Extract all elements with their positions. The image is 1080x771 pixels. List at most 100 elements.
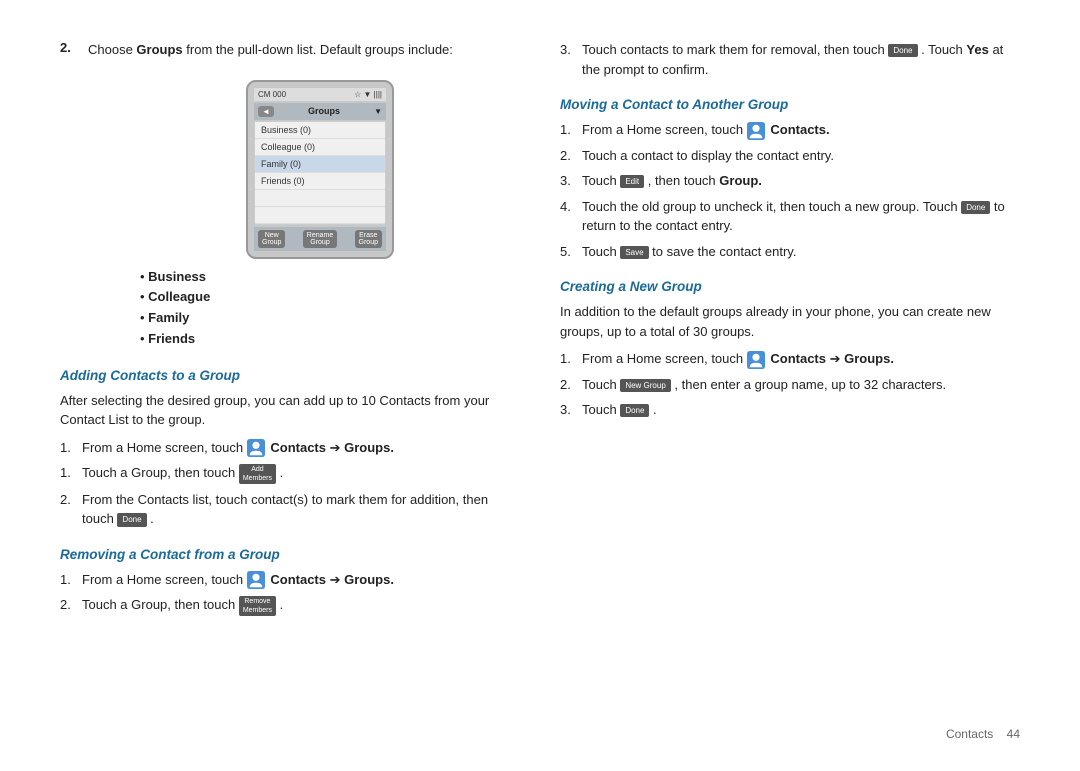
- removing-step1-content: From a Home screen, touch Contacts ➔ Gro…: [82, 570, 520, 590]
- moving-step3: 3. Touch Edit , then touch Group.: [560, 171, 1020, 191]
- right-step3: 3. Touch contacts to mark them for remov…: [560, 40, 1020, 79]
- creating-step3-content: Touch Done .: [582, 400, 1020, 420]
- adding-contacts-title: Adding Contacts to a Group: [60, 368, 240, 383]
- save-btn: Save: [620, 246, 648, 259]
- phone-mockup: CM 000 ☆ ▼ |||| ◄ Groups ▼ Business (0) …: [246, 80, 394, 259]
- left-column: 2. Choose Groups from the pull-down list…: [60, 40, 520, 731]
- moving-step1-num: 1.: [560, 120, 576, 140]
- moving-contact-header: Moving a Contact to Another Group: [560, 97, 1020, 112]
- phone-back-btn[interactable]: ◄: [258, 106, 274, 117]
- done-btn-removal: Done: [888, 44, 917, 57]
- removing-contact-title: Removing a Contact from a Group: [60, 547, 280, 562]
- creating-step1: 1. From a Home screen, touch Contacts ➔ …: [560, 349, 1020, 369]
- moving-step2-content: Touch a contact to display the contact e…: [582, 146, 1020, 166]
- page-content: 2. Choose Groups from the pull-down list…: [0, 0, 1080, 771]
- creating-step1-content: From a Home screen, touch Contacts ➔ Gro…: [582, 349, 1020, 369]
- moving-step2-num: 2.: [560, 146, 576, 166]
- adding-step1b: 1. Touch a Group, then touch AddMembers …: [60, 463, 520, 484]
- phone-list-item: [255, 190, 385, 207]
- creating-step3-num: 3.: [560, 400, 576, 420]
- adding-contacts-header: Adding Contacts to a Group: [60, 368, 520, 383]
- contacts-icon-creating: [747, 351, 765, 369]
- creating-step1-num: 1.: [560, 349, 576, 369]
- page-footer: Contacts 44: [946, 727, 1020, 741]
- adding-step1: 1. From a Home screen, touch Contacts ➔ …: [60, 438, 520, 458]
- bullet-list: • Business • Colleague • Family • Friend…: [140, 267, 520, 350]
- moving-step4-num: 4.: [560, 197, 576, 217]
- removing-contact-header: Removing a Contact from a Group: [60, 547, 520, 562]
- adding-step1-num: 1.: [60, 438, 76, 458]
- phone-groups-list: Business (0) Colleague (0) Family (0) Fr…: [254, 121, 386, 225]
- status-icons: ☆ ▼ ||||: [354, 90, 382, 99]
- phone-list-item: Family (0): [255, 156, 385, 173]
- removing-step2-num: 2.: [60, 595, 76, 615]
- adding-step1b-num: 1.: [60, 463, 76, 483]
- adding-step2: 2. From the Contacts list, touch contact…: [60, 490, 520, 529]
- creating-step2: 2. Touch New Group , then enter a group …: [560, 375, 1020, 395]
- creating-group-intro: In addition to the default groups alread…: [560, 302, 1020, 341]
- phone-bottom-bar: NewGroup RenameGroup EraseGroup: [254, 227, 386, 251]
- contacts-icon-removing: [247, 571, 265, 589]
- creating-step2-num: 2.: [560, 375, 576, 395]
- phone-groups-title: Groups: [308, 106, 340, 116]
- right-step3-num: 3.: [560, 40, 576, 60]
- adding-step2-num: 2.: [60, 490, 76, 510]
- moving-step5-num: 5.: [560, 242, 576, 262]
- bullet-friends: • Friends: [140, 329, 520, 350]
- moving-step4-content: Touch the old group to uncheck it, then …: [582, 197, 1020, 236]
- adding-steps: 1. From a Home screen, touch Contacts ➔ …: [60, 438, 520, 529]
- right-column: 3. Touch contacts to mark them for remov…: [560, 40, 1020, 731]
- phone-list-item: Friends (0): [255, 173, 385, 190]
- bullet-colleague: • Colleague: [140, 287, 520, 308]
- phone-erase-group-btn[interactable]: EraseGroup: [355, 230, 382, 248]
- phone-title-bar: ◄ Groups ▼: [254, 103, 386, 120]
- creating-step3: 3. Touch Done .: [560, 400, 1020, 420]
- add-members-btn: AddMembers: [239, 464, 276, 484]
- bullet-family: • Family: [140, 308, 520, 329]
- creating-group-header: Creating a New Group: [560, 279, 1020, 294]
- moving-step5: 5. Touch Save to save the contact entry.: [560, 242, 1020, 262]
- new-group-btn: New Group: [620, 379, 670, 392]
- moving-step5-content: Touch Save to save the contact entry.: [582, 242, 1020, 262]
- step2-number: 2.: [60, 40, 76, 60]
- moving-step3-content: Touch Edit , then touch Group.: [582, 171, 1020, 191]
- phone-rename-group-btn[interactable]: RenameGroup: [303, 230, 337, 248]
- removing-step2: 2. Touch a Group, then touch RemoveMembe…: [60, 595, 520, 616]
- phone-list-item: Colleague (0): [255, 139, 385, 156]
- removing-step1: 1. From a Home screen, touch Contacts ➔ …: [60, 570, 520, 590]
- creating-steps: 1. From a Home screen, touch Contacts ➔ …: [560, 349, 1020, 420]
- phone-dropdown-icon: ▼: [374, 107, 382, 116]
- contacts-icon-moving: [747, 122, 765, 140]
- adding-step2-content: From the Contacts list, touch contact(s)…: [82, 490, 520, 529]
- status-left: CM 000: [258, 90, 286, 99]
- footer-section-label: Contacts: [946, 727, 993, 741]
- step2-bold: Groups: [136, 42, 182, 57]
- removing-step1-num: 1.: [60, 570, 76, 590]
- adding-step1b-content: Touch a Group, then touch AddMembers .: [82, 463, 520, 484]
- done-btn-creating: Done: [620, 404, 649, 417]
- phone-new-group-btn[interactable]: NewGroup: [258, 230, 285, 248]
- footer-page-number: 44: [1007, 727, 1020, 741]
- moving-step1-content: From a Home screen, touch Contacts.: [582, 120, 1020, 140]
- remove-members-btn: RemoveMembers: [239, 596, 276, 616]
- phone-status-bar: CM 000 ☆ ▼ ||||: [254, 88, 386, 101]
- moving-contact-title: Moving a Contact to Another Group: [560, 97, 788, 112]
- phone-list-item: Business (0): [255, 122, 385, 139]
- creating-step2-content: Touch New Group , then enter a group nam…: [582, 375, 1020, 395]
- moving-step3-num: 3.: [560, 171, 576, 191]
- adding-contacts-intro: After selecting the desired group, you c…: [60, 391, 520, 430]
- adding-step1-content: From a Home screen, touch Contacts ➔ Gro…: [82, 438, 520, 458]
- bullet-business: • Business: [140, 267, 520, 288]
- done-btn-moving: Done: [961, 201, 990, 214]
- phone-list-item: [255, 207, 385, 224]
- edit-btn: Edit: [620, 175, 644, 188]
- moving-step1: 1. From a Home screen, touch Contacts.: [560, 120, 1020, 140]
- done-btn-adding: Done: [117, 513, 146, 526]
- removing-step2-content: Touch a Group, then touch RemoveMembers …: [82, 595, 520, 616]
- moving-step4: 4. Touch the old group to uncheck it, th…: [560, 197, 1020, 236]
- removing-steps: 1. From a Home screen, touch Contacts ➔ …: [60, 570, 520, 616]
- contacts-icon: [247, 439, 265, 457]
- step2-intro: 2. Choose Groups from the pull-down list…: [60, 40, 520, 60]
- phone-mockup-container: CM 000 ☆ ▼ |||| ◄ Groups ▼ Business (0) …: [120, 80, 520, 259]
- step2-text: Choose Groups from the pull-down list. D…: [88, 40, 453, 60]
